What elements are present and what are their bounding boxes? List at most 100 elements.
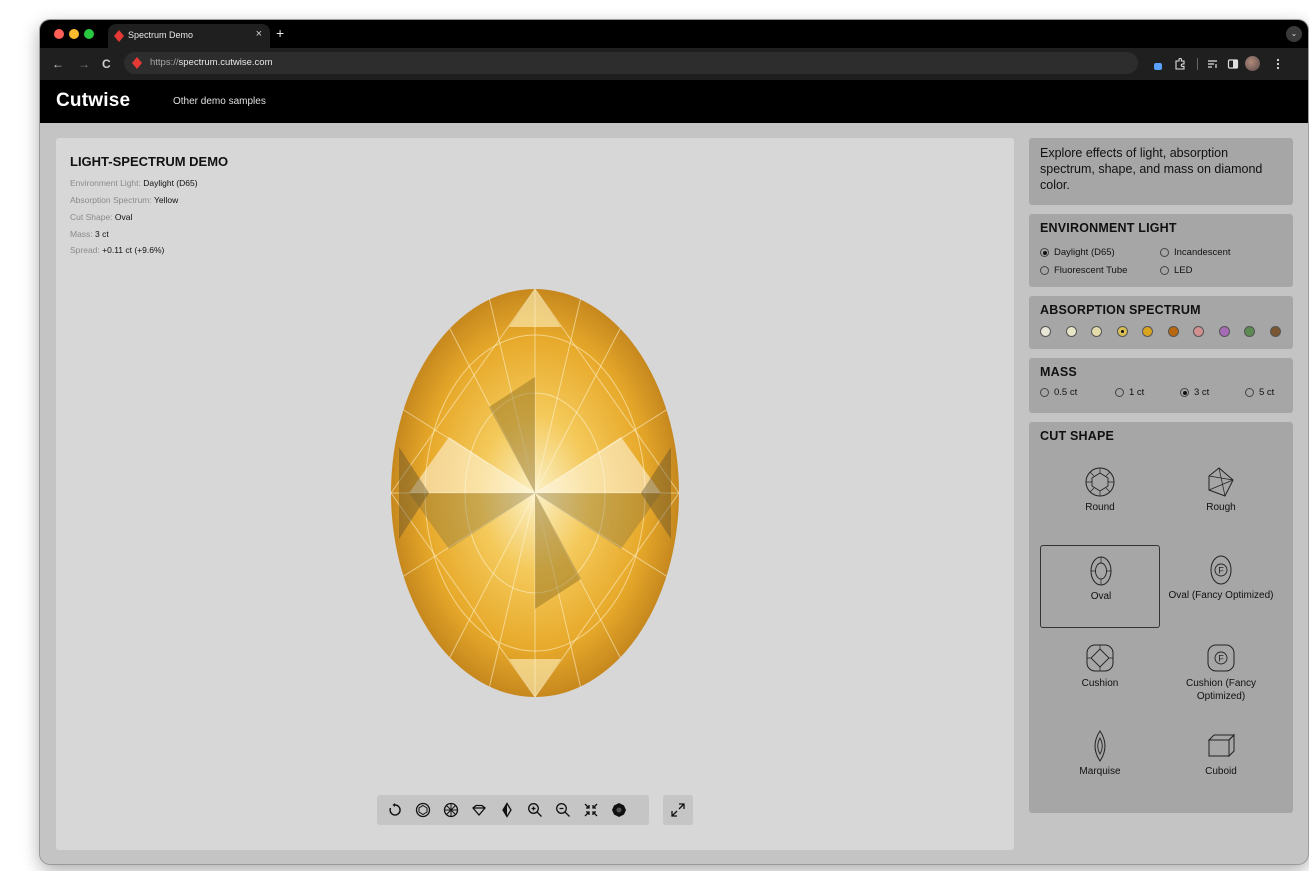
radio-unchecked — [1040, 388, 1049, 397]
tab-close-icon[interactable]: × — [256, 28, 262, 40]
cutwise-favicon-icon — [114, 30, 124, 42]
browser-menu-icon[interactable] — [1276, 58, 1280, 70]
info-absorption-spectrum: Absorption Spectrum: Yellow — [70, 195, 179, 205]
spectrum-swatch[interactable] — [1040, 326, 1051, 337]
url-text: https://spectrum.cutwise.com — [150, 57, 273, 68]
marquise-cut-icon — [1094, 730, 1106, 762]
round-cut-icon — [1085, 467, 1115, 497]
shape-cushion-fancy-optimized[interactable]: F Cushion (Fancy Optimized) — [1161, 633, 1281, 716]
shape-marquise[interactable]: Marquise — [1040, 721, 1160, 804]
cutwise-logo[interactable]: Cutwise — [56, 90, 130, 112]
tab-search-button[interactable]: ⌄ — [1286, 26, 1302, 42]
profile-avatar[interactable] — [1245, 56, 1260, 71]
light-option-daylight[interactable]: Daylight (D65) — [1040, 247, 1115, 258]
info-mass: Mass: 3 ct — [70, 229, 109, 239]
radio-checked — [1180, 388, 1189, 397]
spectrum-swatch[interactable] — [1167, 326, 1179, 337]
absorption-spectrum-panel: ABSORPTION SPECTRUM — [1029, 296, 1293, 349]
site-header: Cutwise Other demo samples — [40, 80, 1308, 123]
browser-toolbar: ← → C https://spectrum.cutwise.com — [40, 48, 1308, 80]
radio-unchecked — [1160, 266, 1169, 275]
new-tab-button[interactable]: + — [276, 25, 284, 41]
info-environment-light: Environment Light: Daylight (D65) — [70, 178, 198, 188]
shape-cuboid[interactable]: Cuboid — [1161, 721, 1281, 804]
diamond-viewer[interactable]: LIGHT-SPECTRUM DEMO Environment Light: D… — [56, 138, 1014, 850]
light-option-incandescent[interactable]: Incandescent — [1160, 247, 1231, 258]
mass-panel: MASS 0.5 ct 1 ct 3 ct 5 ct — [1029, 358, 1293, 413]
spectrum-swatch[interactable] — [1142, 326, 1153, 337]
fit-icon[interactable] — [583, 802, 599, 818]
media-queue-icon[interactable] — [1207, 59, 1219, 69]
radio-unchecked — [1115, 388, 1124, 397]
extensions-puzzle-icon[interactable] — [1174, 58, 1186, 70]
cushion-fancy-cut-icon: F — [1207, 644, 1235, 672]
expand-icon — [671, 803, 685, 817]
side-panel-icon[interactable] — [1227, 58, 1239, 70]
address-bar[interactable]: https://spectrum.cutwise.com — [124, 52, 1138, 74]
fullscreen-button[interactable] — [663, 795, 693, 825]
cut-shape-title: CUT SHAPE — [1040, 429, 1115, 443]
cut-shape-panel: CUT SHAPE Round Rough Oval F Oval (Fancy… — [1029, 422, 1293, 813]
shape-round[interactable]: Round — [1040, 457, 1160, 540]
maximize-window-button[interactable] — [84, 29, 94, 39]
spectrum-swatch[interactable] — [1244, 326, 1255, 337]
viewer-controls — [377, 795, 649, 825]
svg-text:F: F — [1218, 566, 1224, 576]
zoom-out-icon[interactable] — [555, 802, 571, 818]
tab-strip: Spectrum Demo × + ⌄ — [40, 20, 1308, 48]
svg-text:F: F — [1218, 654, 1224, 664]
oval-fancy-cut-icon: F — [1210, 555, 1232, 585]
browser-window: Spectrum Demo × + ⌄ ← → C https://spectr… — [40, 20, 1308, 864]
gem-render-icon[interactable] — [611, 802, 627, 818]
shape-rough[interactable]: Rough — [1161, 457, 1281, 540]
environment-light-title: ENVIRONMENT LIGHT — [1040, 221, 1177, 235]
minimize-window-button[interactable] — [69, 29, 79, 39]
description-text: Explore effects of light, absorption spe… — [1040, 146, 1263, 192]
rough-cut-icon — [1208, 467, 1234, 497]
spectrum-swatch[interactable] — [1091, 326, 1102, 337]
top-view-icon[interactable] — [415, 802, 431, 818]
shape-oval[interactable]: Oval — [1040, 545, 1160, 628]
half-view-icon[interactable] — [499, 802, 515, 818]
close-window-button[interactable] — [54, 29, 64, 39]
absorption-spectrum-title: ABSORPTION SPECTRUM — [1040, 303, 1201, 317]
mass-option-1-ct[interactable]: 1 ct — [1115, 387, 1144, 398]
mass-option-5-ct[interactable]: 5 ct — [1245, 387, 1274, 398]
mass-option-0-5-ct[interactable]: 0.5 ct — [1040, 387, 1077, 398]
side-view-icon[interactable] — [471, 802, 487, 818]
light-option-led[interactable]: LED — [1160, 265, 1192, 276]
cuboid-icon — [1207, 733, 1236, 758]
radio-unchecked — [1245, 388, 1254, 397]
spectrum-swatch[interactable] — [1218, 326, 1230, 337]
zoom-in-icon[interactable] — [527, 802, 543, 818]
description-panel: Explore effects of light, absorption spe… — [1029, 138, 1293, 205]
browser-tab[interactable]: Spectrum Demo × — [108, 24, 270, 48]
mass-title: MASS — [1040, 365, 1077, 379]
light-option-fluorescent[interactable]: Fluorescent Tube — [1040, 265, 1127, 276]
toolbar-divider — [1197, 58, 1198, 70]
info-spread: Spread: +0.11 ct (+9.6%) — [70, 245, 165, 255]
spectrum-swatch[interactable] — [1116, 326, 1128, 337]
site-favicon-icon — [132, 57, 142, 69]
shape-cushion[interactable]: Cushion — [1040, 633, 1160, 716]
spectrum-swatch[interactable] — [1065, 326, 1077, 337]
extension-icon[interactable] — [1152, 59, 1164, 71]
tab-title: Spectrum Demo — [128, 30, 194, 40]
rotate-icon[interactable] — [387, 802, 403, 818]
spectrum-swatch[interactable] — [1193, 326, 1204, 337]
spectrum-swatch[interactable] — [1269, 326, 1281, 337]
demo-title: LIGHT-SPECTRUM DEMO — [70, 154, 229, 169]
radio-checked — [1040, 248, 1049, 257]
mass-option-3-ct[interactable]: 3 ct — [1180, 387, 1209, 398]
back-button[interactable]: ← — [52, 57, 64, 71]
oval-cut-icon — [1090, 556, 1112, 586]
shape-oval-fancy-optimized[interactable]: F Oval (Fancy Optimized) — [1161, 545, 1281, 628]
radio-unchecked — [1040, 266, 1049, 275]
bottom-view-icon[interactable] — [443, 802, 459, 818]
forward-button[interactable]: → — [78, 57, 90, 71]
environment-light-panel: ENVIRONMENT LIGHT Daylight (D65) Incande… — [1029, 214, 1293, 287]
cushion-cut-icon — [1086, 644, 1114, 672]
diamond-render[interactable] — [389, 287, 681, 699]
other-demo-samples-link[interactable]: Other demo samples — [173, 96, 266, 107]
reload-button[interactable]: C — [102, 57, 111, 71]
